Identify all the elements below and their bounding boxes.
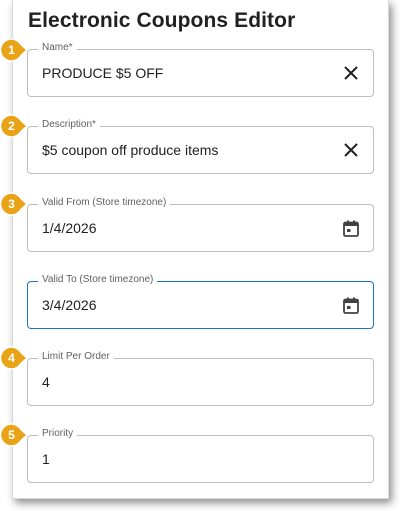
valid-from-value[interactable]: 1/4/2026	[42, 220, 97, 236]
valid-to-label: Valid To (Store timezone)	[38, 274, 158, 285]
name-value[interactable]: PRODUCE $5 OFF	[42, 65, 163, 81]
clear-description-button[interactable]	[341, 140, 361, 160]
callout-badge-2: 2	[0, 112, 29, 140]
valid-from-label: Valid From (Store timezone)	[38, 197, 171, 208]
callout-badge-4: 4	[0, 344, 29, 372]
calendar-icon	[343, 297, 359, 314]
callout-badge-5: 5	[0, 421, 29, 449]
limit-per-order-label: Limit Per Order	[38, 351, 114, 362]
callout-number: 4	[8, 351, 15, 365]
close-icon	[344, 66, 358, 80]
callout-number: 1	[8, 43, 15, 57]
page-title: Electronic Coupons Editor	[28, 9, 296, 32]
valid-from-calendar-button[interactable]	[341, 218, 361, 238]
valid-to-field[interactable]: Valid To (Store timezone) 3/4/2026	[27, 274, 374, 329]
valid-to-value[interactable]: 3/4/2026	[42, 297, 97, 313]
callout-number: 5	[8, 428, 15, 442]
name-field[interactable]: Name* PRODUCE $5 OFF	[27, 42, 374, 97]
description-value[interactable]: $5 coupon off produce items	[42, 142, 218, 158]
valid-to-calendar-button[interactable]	[341, 295, 361, 315]
description-label: Description*	[38, 119, 100, 130]
calendar-icon	[343, 220, 359, 237]
clear-name-button[interactable]	[341, 63, 361, 83]
name-label: Name*	[38, 42, 77, 53]
priority-field[interactable]: Priority 1	[27, 428, 374, 483]
callout-badge-1: 1	[0, 36, 29, 64]
priority-value[interactable]: 1	[42, 451, 50, 467]
callout-number: 3	[8, 197, 15, 211]
close-icon	[344, 143, 358, 157]
limit-per-order-value[interactable]: 4	[42, 374, 50, 390]
description-field[interactable]: Description* $5 coupon off produce items	[27, 119, 374, 174]
limit-per-order-field[interactable]: Limit Per Order 4	[27, 351, 374, 406]
priority-label: Priority	[38, 428, 78, 439]
callout-number: 2	[8, 119, 15, 133]
valid-from-field[interactable]: Valid From (Store timezone) 1/4/2026	[27, 197, 374, 252]
callout-badge-3: 3	[0, 190, 29, 218]
